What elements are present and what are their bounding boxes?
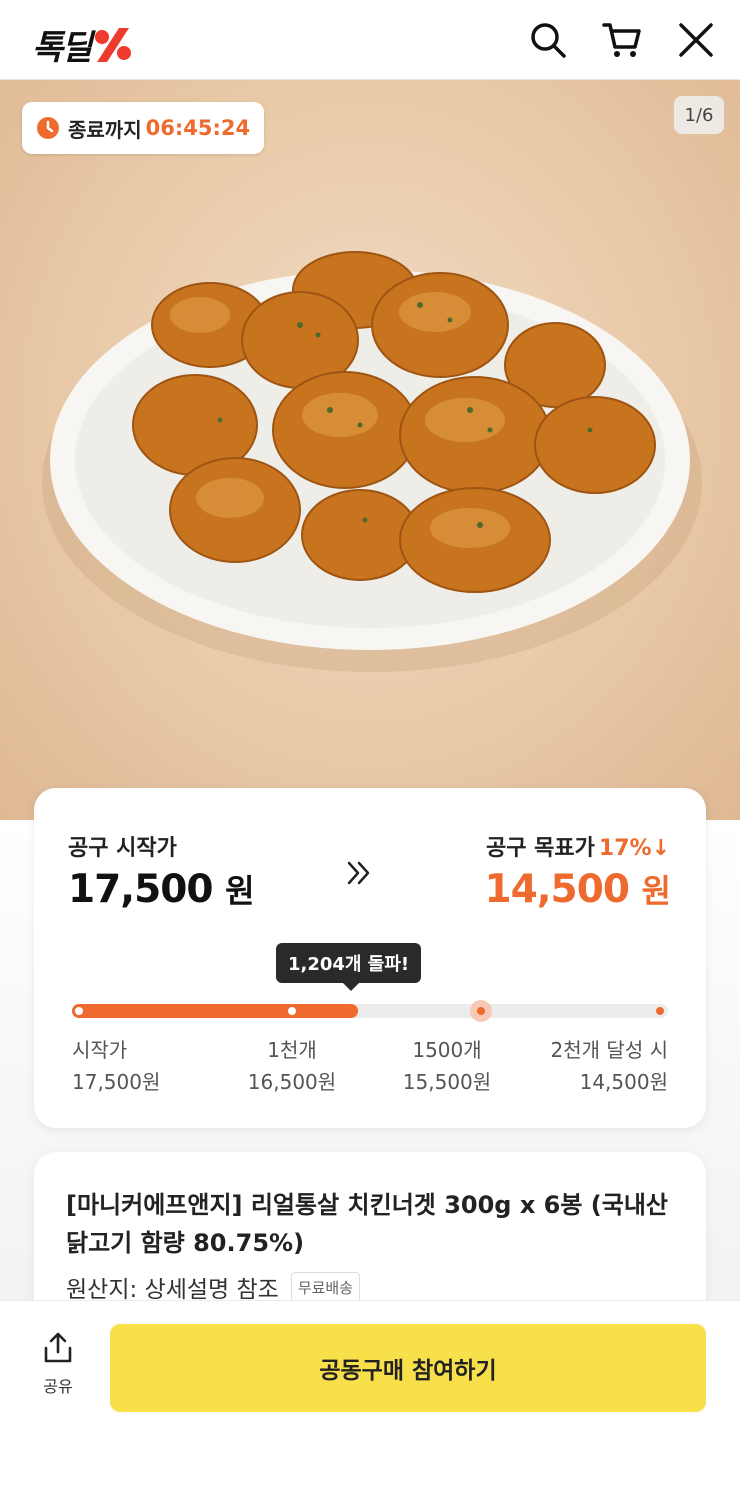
search-icon[interactable]	[528, 20, 568, 60]
milestone-price: 15,500원	[402, 1070, 492, 1094]
milestone-label: 1천개	[267, 1038, 317, 1062]
product-image	[42, 251, 702, 672]
clock-icon	[37, 117, 59, 139]
tooltip-tail	[343, 983, 359, 991]
progress-tooltip: 1,204개 돌파!	[276, 943, 422, 983]
start-price-value: 17,500	[68, 867, 213, 912]
product-title: [마니커에프앤지] 리얼통살 치킨너겟 300g x 6봉 (국내산 닭고기 함…	[66, 1191, 669, 1257]
milestone-price: 17,500원	[72, 1070, 161, 1094]
free-shipping-badge: 무료배송	[290, 1271, 361, 1303]
logo[interactable]: 톡딜	[32, 20, 133, 69]
start-price-label: 공구 시작가	[68, 836, 177, 861]
origin-text: 원산지: 상세설명 참조	[66, 1277, 279, 1303]
start-price: 17,500 원	[68, 866, 255, 912]
target-price: 14,500 원	[484, 866, 671, 912]
progress-dot-start	[75, 1007, 83, 1015]
milestone-start: 시작가 17,500원	[72, 1034, 160, 1098]
progress-dot-1500	[477, 1007, 485, 1015]
target-price-label-text: 공구 목표가	[486, 836, 595, 861]
milestone-1000: 1천개 16,500원	[232, 1034, 352, 1098]
progress-dot-2000	[656, 1007, 664, 1015]
currency-label: 원	[225, 872, 254, 910]
progress-track	[72, 1000, 668, 1022]
progress-fill	[72, 1004, 359, 1018]
image-pager: 1/6	[674, 96, 724, 134]
double-chevron-right-icon	[347, 861, 370, 885]
target-price-label: 공구 목표가 17%↓	[486, 830, 670, 862]
share-icon	[44, 1332, 72, 1363]
milestone-1500: 1500개 15,500원	[387, 1034, 507, 1098]
deal-timer: 종료까지 06:45:24	[22, 102, 265, 154]
milestone-price: 14,500원	[579, 1070, 668, 1094]
bottom-action-bar: 공유 공동구매 참여하기	[0, 1300, 740, 1496]
share-label: 공유	[43, 1377, 73, 1396]
percent-logo-icon	[94, 27, 131, 62]
share-button[interactable]: 공유	[30, 1331, 86, 1397]
milestone-label: 시작가	[72, 1038, 128, 1062]
timer-value: 06:45:24	[145, 116, 251, 140]
join-group-buy-button[interactable]: 공동구매 참여하기	[110, 1324, 706, 1412]
milestone-2000: 2천개 달성 시 14,500원	[551, 1034, 668, 1098]
logo-text: 톡딜	[32, 28, 93, 68]
product-origin: 원산지: 상세설명 참조 무료배송	[66, 1270, 361, 1304]
discount-rate: 17%↓	[598, 836, 670, 861]
cart-icon[interactable]	[602, 20, 642, 60]
currency-label: 원	[641, 872, 671, 910]
top-header: 톡딜	[0, 0, 740, 80]
group-buy-price-card: 공구 시작가 17,500 원 공구 목표가 17%↓ 14,500 원 1,20…	[34, 788, 706, 1128]
milestone-price: 16,500원	[247, 1070, 337, 1094]
close-icon[interactable]	[676, 20, 716, 60]
timer-label: 종료까지	[68, 117, 142, 142]
milestone-label: 2천개 달성 시	[550, 1038, 668, 1062]
product-image-carousel[interactable]: 종료까지 06:45:24 1/6	[0, 80, 740, 820]
progress-dot-1000	[288, 1007, 296, 1015]
target-price-value: 14,500	[484, 867, 629, 912]
milestone-label: 1500개	[412, 1038, 482, 1062]
